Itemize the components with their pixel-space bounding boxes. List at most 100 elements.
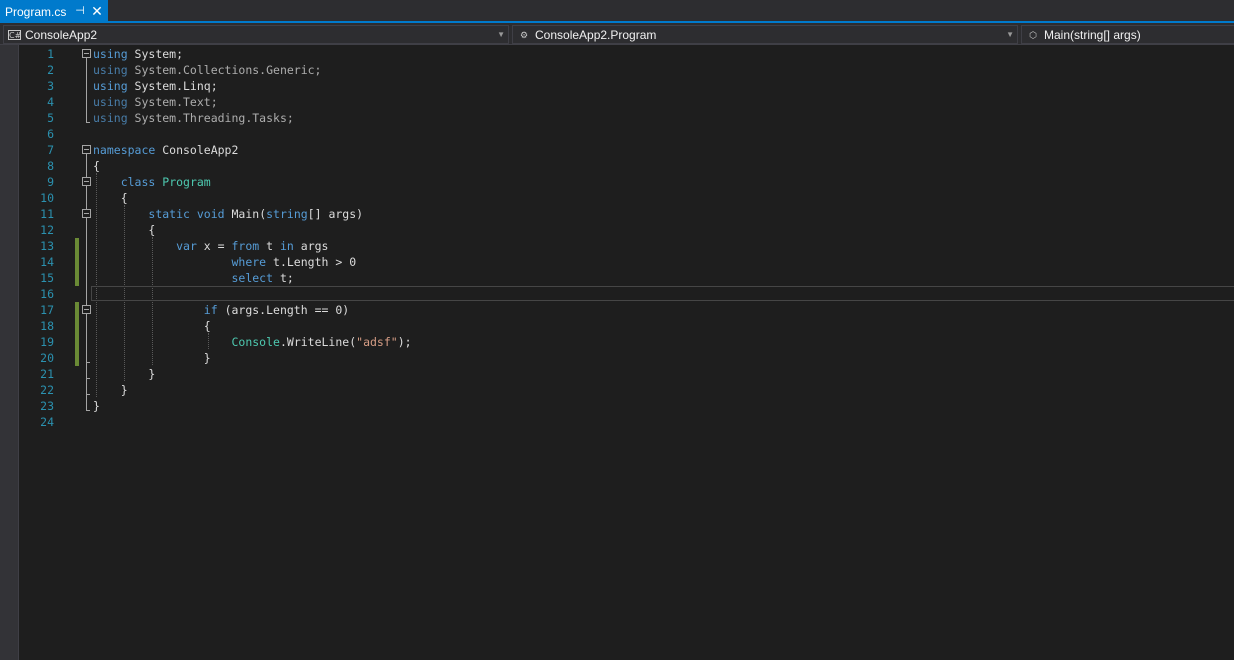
outline-line xyxy=(86,314,87,362)
code-token: Main( xyxy=(224,207,267,221)
class-icon: ⚙ xyxy=(519,29,529,40)
code-token: ConsoleApp2 xyxy=(155,143,239,157)
code-token: using xyxy=(93,47,128,61)
code-token: WriteLine( xyxy=(286,335,357,349)
code-token: using xyxy=(93,95,128,109)
csharp-project-icon: C# xyxy=(8,29,22,40)
code-token: t.Length > 0 xyxy=(266,255,357,269)
code-line[interactable]: if (args.Length == 0) xyxy=(93,302,349,318)
collapse-using-icon[interactable] xyxy=(82,49,91,58)
project-dropdown[interactable]: C# ConsoleApp2 ▼ xyxy=(3,25,509,44)
project-dropdown-label: ConsoleApp2 xyxy=(25,27,98,42)
code-line[interactable]: select t; xyxy=(93,270,293,286)
collapse-if-icon[interactable] xyxy=(82,305,91,314)
member-dropdown-label: Main(string[] args) xyxy=(1044,27,1141,42)
line-number-gutter[interactable]: 1 2 3 4 5 6 7 8 9 10 11 12 13 14 15 16 17 18 19 20 21 22 23 24 xyxy=(19,45,81,660)
code-token: System.Collections.Generic; xyxy=(127,63,322,77)
line-number: 5 xyxy=(47,111,54,125)
line-number: 10 xyxy=(40,191,54,205)
code-text-area[interactable]: using System; using System.Collections.Ge… xyxy=(93,45,1234,660)
code-line[interactable]: class Program xyxy=(93,174,211,190)
code-token: if xyxy=(203,303,218,317)
code-line[interactable]: static void Main(string[] args) xyxy=(93,206,363,222)
code-line[interactable]: namespace ConsoleApp2 xyxy=(93,142,238,158)
code-line[interactable]: using System.Collections.Generic; xyxy=(93,62,322,78)
code-token: System.Threading.Tasks; xyxy=(127,111,294,125)
line-number: 6 xyxy=(47,127,54,141)
chevron-down-icon: ▼ xyxy=(1006,30,1014,39)
line-number: 19 xyxy=(40,335,54,349)
code-line[interactable]: using System; xyxy=(93,46,183,62)
code-token: namespace xyxy=(93,143,156,157)
code-editor[interactable]: 1 2 3 4 5 6 7 8 9 10 11 12 13 14 15 16 17 18 19 20 21 22 23 24 … xyxy=(0,45,1234,660)
line-number: 24 xyxy=(40,415,54,429)
line-number: 14 xyxy=(40,255,54,269)
pin-icon[interactable]: ⊣ xyxy=(74,4,86,18)
code-line[interactable]: { xyxy=(93,318,211,334)
code-line[interactable]: var x = from t in args xyxy=(93,238,328,254)
code-token: } xyxy=(120,383,128,397)
line-number: 22 xyxy=(40,383,54,397)
collapse-class-icon[interactable] xyxy=(82,177,91,186)
type-dropdown[interactable]: ⚙ ConsoleApp2.Program ▼ xyxy=(512,25,1018,44)
line-number: 3 xyxy=(47,79,54,93)
code-line[interactable]: using System.Text; xyxy=(93,94,218,110)
code-token: using xyxy=(93,79,128,93)
code-line[interactable]: } xyxy=(93,398,100,414)
code-line[interactable]: { xyxy=(93,222,155,238)
code-line[interactable]: using System.Threading.Tasks; xyxy=(93,110,294,126)
code-token: { xyxy=(148,223,156,237)
code-token: t xyxy=(259,239,280,253)
code-line[interactable]: where t.Length > 0 xyxy=(93,254,356,270)
code-token: select xyxy=(231,271,274,285)
tab-title: Program.cs xyxy=(5,4,67,19)
code-line[interactable]: } xyxy=(93,382,128,398)
line-number: 16 xyxy=(40,287,54,301)
code-line[interactable]: { xyxy=(93,158,100,174)
code-token: ); xyxy=(397,335,412,349)
code-token: args xyxy=(293,239,329,253)
collapse-method-icon[interactable] xyxy=(82,209,91,218)
line-number: 11 xyxy=(40,207,54,221)
member-dropdown[interactable]: ⬡ Main(string[] args) xyxy=(1021,25,1234,44)
code-token: class xyxy=(120,175,156,189)
code-token: using xyxy=(93,111,128,125)
outline-line xyxy=(86,394,90,395)
code-token: { xyxy=(120,191,128,205)
code-line[interactable]: { xyxy=(93,190,128,206)
outline-line xyxy=(86,58,87,122)
collapse-namespace-icon[interactable] xyxy=(82,145,91,154)
code-token: System; xyxy=(127,47,184,61)
close-icon[interactable]: ✕ xyxy=(90,3,104,19)
code-token: string xyxy=(266,207,308,221)
line-number: 15 xyxy=(40,271,54,285)
code-line[interactable]: } xyxy=(93,366,155,382)
code-token: Console xyxy=(231,335,280,349)
code-token: { xyxy=(93,159,100,173)
tab-program-cs[interactable]: Program.cs ⊣ ✕ xyxy=(0,0,108,23)
outline-line xyxy=(86,122,90,123)
changed-lines-indicator xyxy=(75,302,79,366)
type-dropdown-label: ConsoleApp2.Program xyxy=(535,27,657,42)
code-line[interactable]: using System.Linq; xyxy=(93,78,218,94)
method-icon: ⬡ xyxy=(1029,29,1037,40)
line-number: 4 xyxy=(47,95,54,109)
code-token: System.Linq; xyxy=(127,79,218,93)
code-token: "adsf" xyxy=(356,335,398,349)
code-token: where xyxy=(231,255,267,269)
code-token: void xyxy=(196,207,225,221)
code-line[interactable]: } xyxy=(93,350,211,366)
code-line[interactable]: Console.WriteLine("adsf"); xyxy=(93,334,412,350)
code-token: } xyxy=(148,367,156,381)
code-token: using xyxy=(93,63,128,77)
indicator-margin[interactable] xyxy=(0,45,19,660)
